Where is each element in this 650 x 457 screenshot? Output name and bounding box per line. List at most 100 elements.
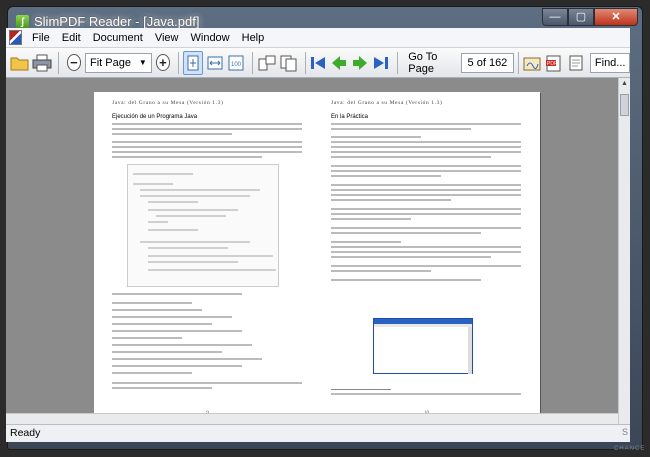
close-button[interactable]: ✕ [594,8,638,26]
menu-window[interactable]: Window [185,32,236,44]
find-input[interactable]: Find... [589,52,631,73]
page-header: Java: del Grano a su Mesa (Versión 1.3) [331,100,443,106]
menu-document[interactable]: Document [87,32,149,44]
document-view[interactable]: Java: del Grano a su Mesa (Versión 1.3) … [6,78,618,424]
text-line [331,146,521,148]
text-line [331,136,421,138]
scroll-up-icon[interactable]: ▲ [619,78,630,90]
printer-icon [32,54,52,71]
notepad-menu-bar [374,324,472,327]
toolbar-separator [251,51,253,74]
footnote-line [331,393,521,395]
code-line [148,269,276,271]
text-line [331,199,451,201]
code-line [148,209,238,211]
text-line [331,141,521,143]
code-line [148,201,198,203]
rotate-button[interactable] [257,51,277,75]
folder-icon [10,57,29,70]
actual-size-button[interactable]: 100 [226,51,245,75]
text-line [331,175,441,177]
code-line [148,261,238,263]
list-item-line [112,316,232,318]
text-line [331,279,481,281]
section-title: Ejecución de un Programa Java [112,114,198,120]
text-line [331,265,521,267]
text-line [331,184,521,186]
maximize-button[interactable]: ▢ [568,8,594,26]
text-line [331,156,491,158]
watermark: S [622,427,629,437]
section-title: En la Práctica [331,114,369,120]
previous-page-button[interactable] [330,53,348,73]
toolbar-separator [397,51,399,74]
menu-file[interactable]: File [26,32,56,44]
text-line [331,165,521,167]
pdf-page-left: Java: del Grano a su Mesa (Versión 1.3) … [94,92,321,422]
list-item-line [112,365,242,367]
list-item-line [112,323,212,325]
zoom-select[interactable]: Fit Page ▼ [85,52,152,73]
last-page-button[interactable] [372,53,390,73]
text-line [331,208,521,210]
page-header: Java: del Grano a su Mesa (Versión 1.3) [112,100,224,106]
text-line [112,293,242,295]
next-page-button[interactable] [351,53,369,73]
minimize-button[interactable]: — [542,8,568,26]
text-line [112,382,302,384]
list-item-line [112,351,222,353]
code-line [148,247,228,249]
text-line [112,141,302,143]
text-line [112,128,302,130]
open-folder-button[interactable] [10,51,30,75]
print-button[interactable] [32,51,52,75]
zoom-out-button[interactable]: − [66,54,81,71]
scroll-thumb[interactable] [620,94,629,116]
code-line [148,255,273,257]
menu-view[interactable]: View [149,32,185,44]
arrow-right-icon [353,55,368,70]
fit-width-button[interactable] [205,51,224,75]
zoom-in-button[interactable]: + [155,54,171,71]
menu-help[interactable]: Help [236,32,271,44]
sign-button[interactable] [522,51,542,75]
menu-edit[interactable]: Edit [56,32,87,44]
list-item-line [112,344,252,346]
find-icon-button[interactable] [566,51,585,75]
code-listing [127,164,279,287]
code-line [148,229,198,231]
code-line [140,195,250,197]
copy-button[interactable] [279,51,299,75]
first-page-button[interactable] [309,53,327,73]
text-line [331,232,481,234]
text-line [331,189,521,191]
text-line [112,151,302,153]
code-line [140,189,260,191]
pdf-page-right: Java: del Grano a su Mesa (Versión 1.3) … [313,92,540,422]
menu-bar: File Edit Document View Window Help [6,28,630,47]
list-item-line [112,330,242,332]
list-item-line [112,372,192,374]
code-line [148,221,168,223]
page-number-input[interactable]: 5 of 162 [461,52,514,73]
pdf-export-button[interactable]: PDF [544,51,564,75]
text-line [331,151,521,153]
watermark-sub: CHANCE [614,446,646,452]
text-line [112,387,212,389]
rotate-icon [258,55,276,70]
window-title: SlimPDF Reader - [Java.pdf] [34,14,200,29]
vertical-scrollbar[interactable]: ▲ [618,78,630,424]
list-item-line [112,358,262,360]
go-to-page-label[interactable]: Go To Page [402,51,461,75]
fit-page-button[interactable] [182,50,203,75]
first-page-icon [311,56,326,69]
status-text: Ready [10,427,41,439]
fit-page-icon [187,55,199,70]
document-icon[interactable] [9,30,22,45]
signature-icon [523,57,541,70]
horizontal-scrollbar[interactable] [6,413,618,424]
text-line [331,218,411,220]
code-line [140,241,250,243]
toolbar-separator [178,51,179,74]
text-line [331,194,521,196]
